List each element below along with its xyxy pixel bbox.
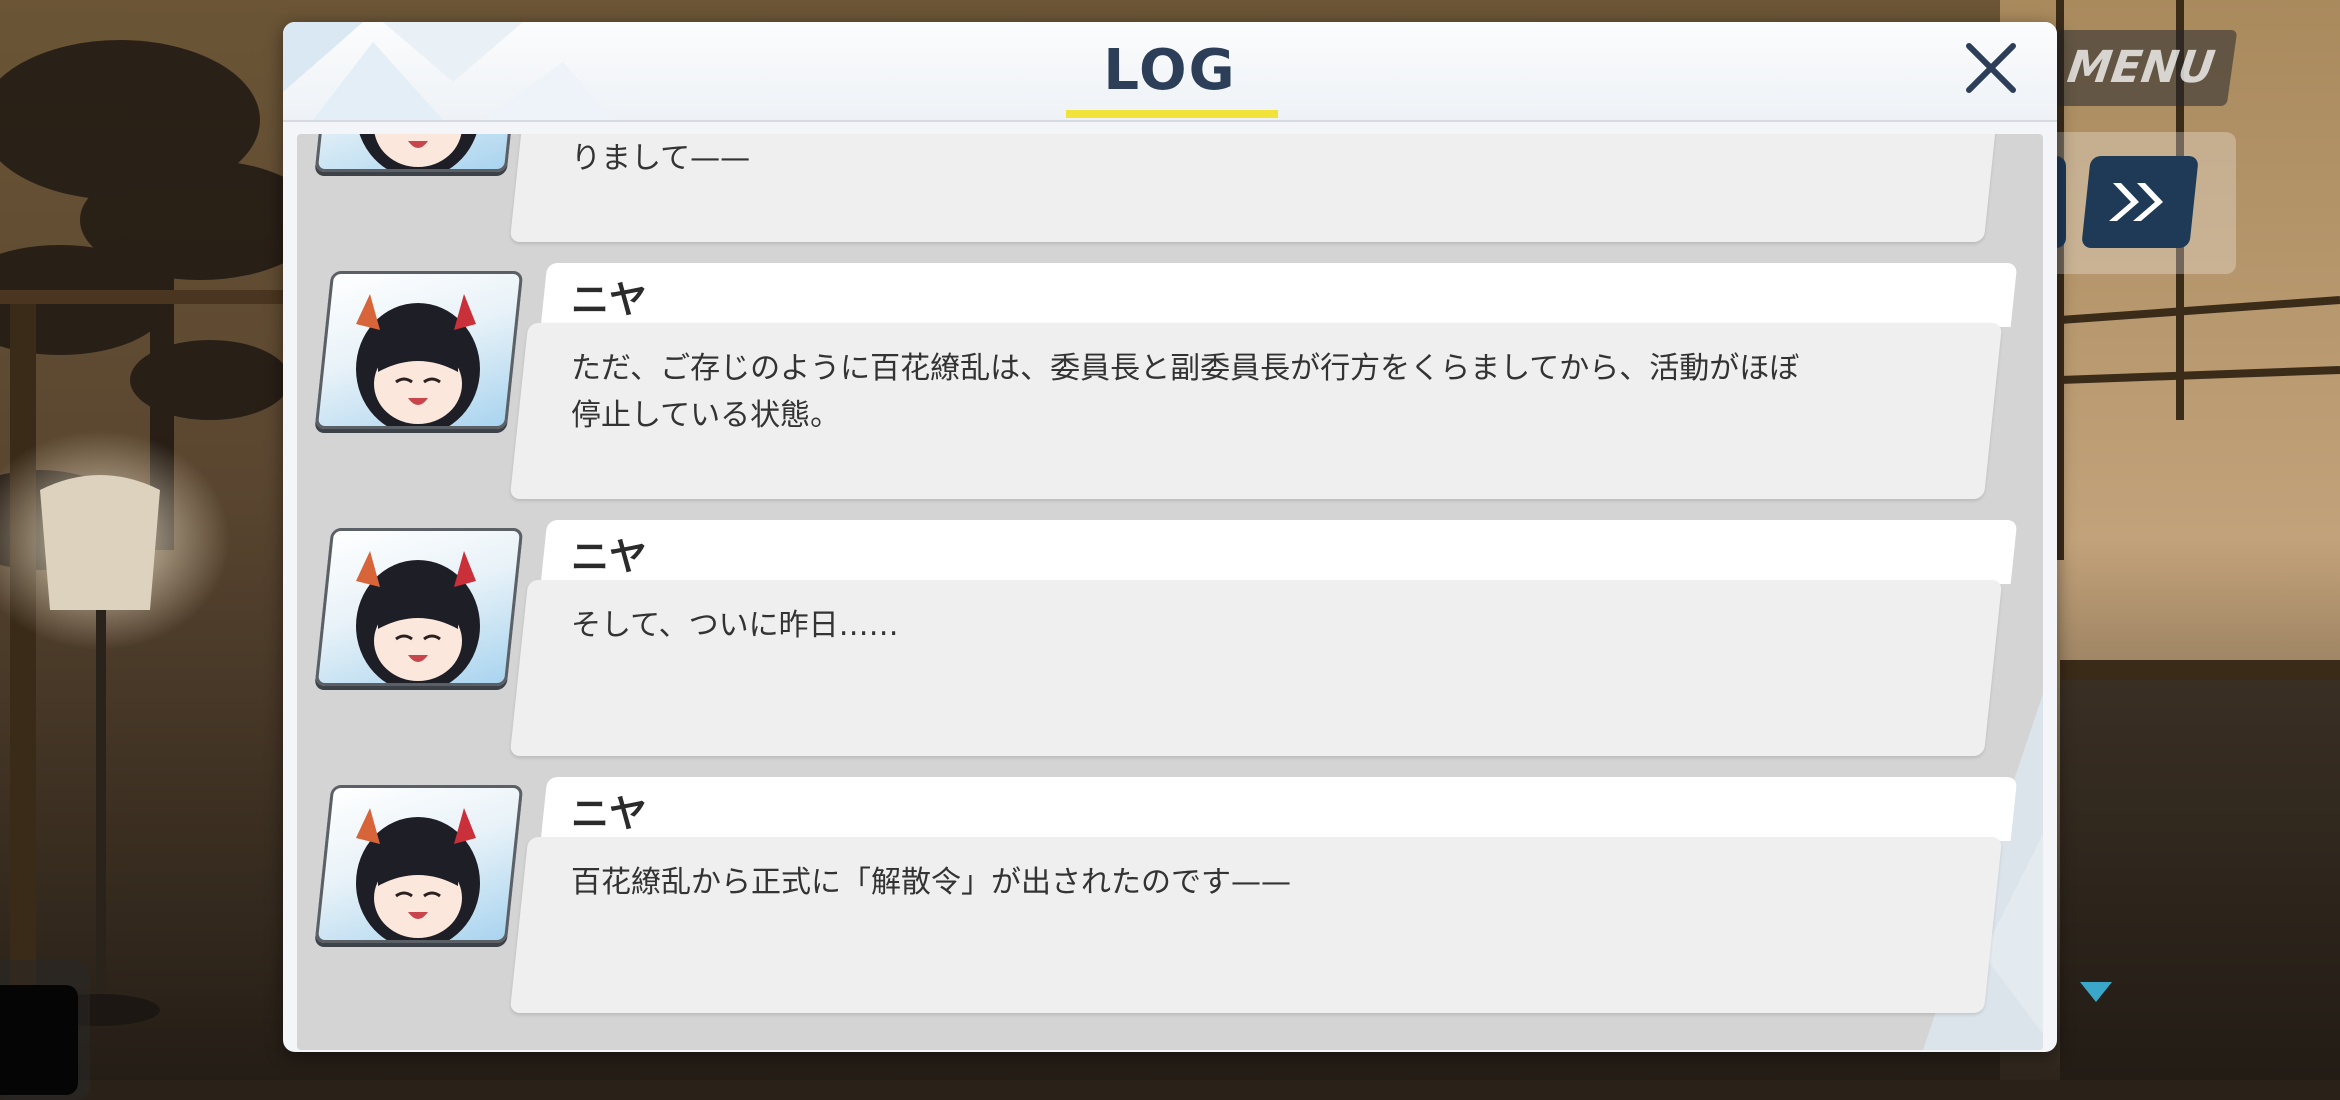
message-text: ただ、ご存じのように百花繚乱は、委員長と副委員長が行方をくらましてから、活動がほ…: [571, 351, 1800, 433]
close-button[interactable]: [1959, 36, 2023, 100]
message-text: そして、ついに昨日……: [571, 608, 899, 643]
down-triangle-icon: [2080, 982, 2112, 1002]
fast-forward-icon: [2109, 183, 2163, 221]
log-header: LOG: [283, 22, 2057, 122]
name-plate: [540, 520, 2018, 584]
message-text: 百花繚乱から正式に「解散令」が出されたのです——: [571, 865, 1291, 900]
speaker-portrait: [314, 785, 524, 943]
speaker-name: ニヤ: [571, 278, 648, 322]
title-underline: [1066, 110, 1278, 118]
log-entry: ニヤ お言葉はありがたいのですが……こういう場合は、百花繚乱が対処すると相場が決…: [297, 134, 2043, 246]
corner-panel-inner: [0, 985, 78, 1095]
log-window: LOG りまして—— ニヤ ただ、ご存じのように百花繚乱は、委員長と副委員長が行…: [283, 22, 2057, 1052]
close-icon: [1966, 43, 2016, 93]
menu-button[interactable]: MENU: [2044, 30, 2238, 106]
speaker-portrait: [314, 134, 524, 172]
log-list[interactable]: ニヤ お言葉はありがたいのですが……こういう場合は、百花繚乱が対処すると相場が決…: [297, 134, 2043, 1050]
log-entry: ニヤ そして、ついに昨日……: [297, 520, 2043, 760]
name-plate: [540, 263, 2018, 327]
speaker-portrait: [314, 528, 524, 686]
speaker-portrait: [314, 271, 524, 429]
message-text: お言葉はありがたいのですが……こういう場合は、百花繚乱が対処すると相場が決まって…: [571, 141, 751, 176]
skip-button[interactable]: [2081, 156, 2199, 248]
log-title: LOG: [1103, 38, 1237, 103]
speaker-name: ニヤ: [571, 792, 648, 836]
log-entry: ニヤ ただ、ご存じのように百花繚乱は、委員長と副委員長が行方をくらましてから、活…: [297, 263, 2043, 503]
name-plate: [540, 777, 2018, 841]
speaker-name: ニヤ: [571, 535, 648, 579]
log-entry: ニヤ 百花繚乱から正式に「解散令」が出されたのです——: [297, 777, 2043, 1017]
